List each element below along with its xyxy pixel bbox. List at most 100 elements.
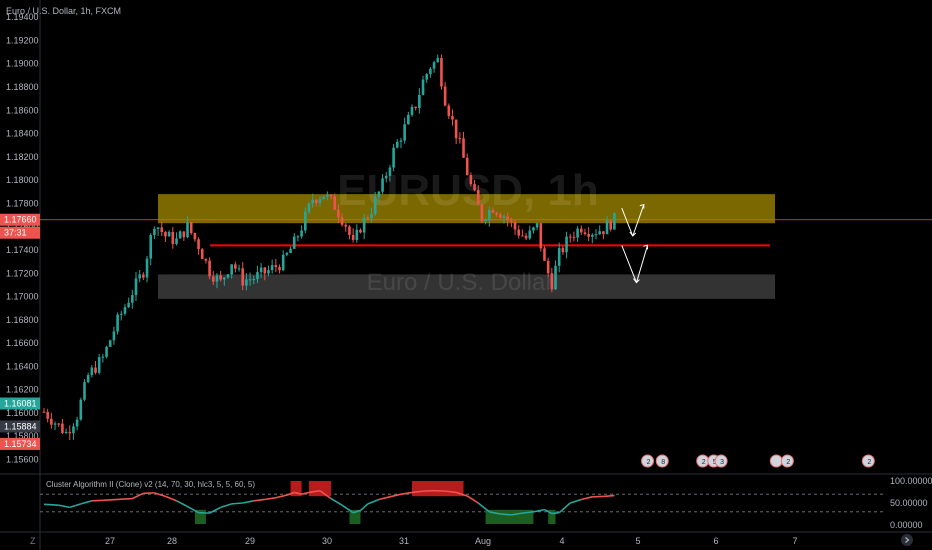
candle-body: [156, 227, 160, 229]
candle-body: [594, 234, 598, 236]
candle-body: [164, 231, 167, 237]
indicator-tick-label: 100.00000: [890, 476, 932, 486]
candle-body: [425, 74, 429, 80]
candle-body: [613, 212, 616, 230]
indicator-line-segment: [400, 491, 413, 495]
candle-body: [565, 236, 568, 253]
candle-body: [576, 228, 579, 238]
candle-body: [219, 275, 222, 280]
candle-body: [75, 419, 79, 427]
price-tag-label: 1.16081: [4, 399, 37, 409]
candle-body: [513, 221, 517, 230]
candle-body: [546, 260, 550, 274]
event-marker[interactable]: 2: [780, 454, 794, 468]
price-tick-label: 1.17000: [6, 292, 39, 302]
candle-body: [524, 235, 528, 239]
chevron-right-icon[interactable]: [901, 534, 913, 546]
event-marker-label: 2: [647, 459, 651, 466]
event-marker-label: 2: [867, 459, 871, 466]
time-tick-label: 27: [105, 536, 115, 546]
candle-body: [53, 423, 57, 425]
candle-body: [42, 411, 46, 413]
event-marker[interactable]: 8: [655, 454, 669, 468]
price-tag-label: 37:31: [4, 228, 27, 238]
candle-body: [281, 254, 285, 271]
price-tick-label: 1.18800: [6, 82, 39, 92]
candle-body: [83, 382, 86, 400]
event-marker[interactable]: 2: [641, 454, 655, 468]
time-tick-label: 31: [399, 536, 409, 546]
price-tick-label: 1.19000: [6, 59, 39, 69]
candle-body: [388, 167, 392, 176]
candle-body: [189, 222, 193, 233]
event-marker[interactable]: 3: [714, 454, 728, 468]
candle-body: [292, 236, 296, 249]
indicator-line-segment: [220, 503, 232, 509]
indicator-line-segment: [242, 500, 254, 504]
event-marker[interactable]: [769, 454, 783, 468]
price-tag-label: 1.15734: [4, 439, 37, 449]
candle-body: [149, 235, 153, 259]
indicator-line-segment: [187, 505, 199, 514]
candle-body: [487, 209, 491, 221]
candle-body: [215, 275, 219, 282]
indicator-line-segment: [569, 498, 582, 504]
candle-body: [105, 346, 108, 357]
indicator-line-segment: [603, 494, 615, 498]
candle-body: [399, 140, 403, 142]
event-marker[interactable]: 2: [861, 454, 875, 468]
indicator-band-high: [308, 481, 332, 497]
candle-body: [443, 86, 447, 106]
indicator-tick-label: 0.00000: [890, 520, 923, 530]
candle-body: [278, 267, 281, 271]
indicator-line-segment: [359, 503, 369, 512]
candle-body: [333, 196, 337, 210]
candle-body: [421, 79, 425, 95]
time-tick-label: 5: [635, 536, 640, 546]
candle-body: [175, 238, 178, 244]
candle-body: [208, 260, 211, 277]
price-tick-label: 1.15600: [6, 455, 39, 465]
candle-body: [348, 226, 351, 235]
indicator-line-segment: [477, 502, 490, 513]
candle-body: [263, 267, 267, 274]
candle-body: [193, 232, 197, 240]
candle-body: [528, 230, 532, 239]
candle-body: [230, 264, 233, 275]
candle-body: [315, 199, 318, 204]
event-marker[interactable]: 2: [696, 454, 710, 468]
candle-body: [583, 232, 587, 234]
indicator-line-segment: [102, 498, 118, 502]
event-marker-label: 2: [786, 459, 790, 466]
price-tick-label: 1.18200: [6, 152, 39, 162]
price-tick-label: 1.16600: [6, 338, 39, 348]
indicator-line-segment: [466, 495, 479, 504]
candle-body: [311, 199, 314, 204]
candle-body: [561, 248, 565, 253]
candle-body: [476, 190, 480, 205]
chart-canvas[interactable]: EURUSD, 1h Euro / U.S. Dollar 2825322 1.…: [0, 0, 932, 550]
candle-body: [337, 209, 340, 218]
indicator-line-segment: [80, 500, 93, 505]
candle-body: [602, 231, 605, 235]
candle-body: [403, 124, 406, 141]
candle-body: [469, 175, 473, 185]
candle-body: [458, 138, 462, 140]
price-tick-label: 1.17400: [6, 245, 39, 255]
price-tick-label: 1.16200: [6, 385, 39, 395]
arrow-head-down: [629, 231, 637, 237]
candle-body: [484, 220, 487, 222]
candle-body: [307, 203, 311, 212]
event-marker-label: 2: [702, 459, 706, 466]
candle-body: [366, 217, 370, 219]
candle-body: [609, 220, 613, 230]
candle-body: [550, 273, 554, 290]
candle-body: [495, 212, 498, 215]
candle-body: [259, 267, 263, 273]
logo-icon[interactable]: Z: [30, 536, 36, 546]
candle-body: [108, 340, 112, 347]
candle-body: [499, 214, 502, 218]
candle-body: [112, 331, 116, 341]
candle-body: [237, 268, 241, 270]
candle-body: [46, 411, 49, 419]
